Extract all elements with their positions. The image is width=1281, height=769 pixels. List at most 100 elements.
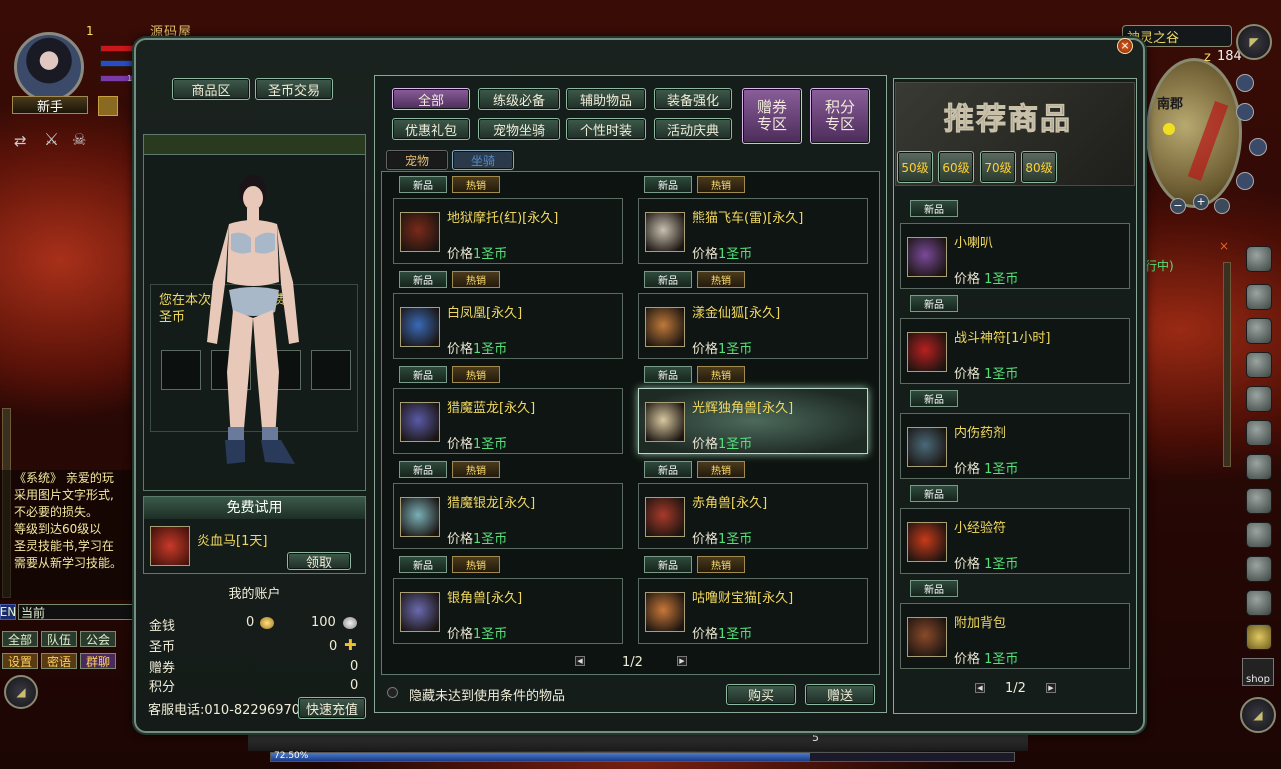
minimap-zoom-in-icon[interactable]: + (1193, 194, 1209, 210)
pet-paw-icon[interactable] (1246, 488, 1272, 514)
item-card[interactable]: 咕噜财宝猫[永久] 价格1圣币 (638, 578, 868, 644)
price-value: 1圣币 (718, 627, 753, 642)
chat-tab-guild[interactable]: 公会 (80, 631, 116, 647)
subtab-mounts[interactable]: 坐骑 (452, 150, 514, 170)
category-all[interactable]: 全部 (392, 88, 470, 110)
trophy-icon[interactable] (1246, 590, 1272, 616)
quest-close-icon[interactable]: × (1219, 239, 1229, 253)
buff-icon[interactable] (98, 96, 118, 116)
quick-recharge-button[interactable]: 快速充值 (298, 697, 366, 719)
new-tag: 新品 (910, 295, 958, 312)
item-card[interactable]: 银角兽[永久] 价格1圣币 (393, 578, 623, 644)
menu-toggle-icon[interactable]: ◢ (1240, 697, 1276, 733)
item-thumbnail (645, 497, 685, 537)
tab-goods-zone[interactable]: 商品区 (172, 78, 250, 100)
minimap-red-path (1187, 101, 1229, 181)
chat-channel-current[interactable]: 当前 (18, 604, 134, 620)
chat-tab-all[interactable]: 全部 (2, 631, 38, 647)
voucher-zone-button[interactable]: 赠券 专区 (742, 88, 802, 144)
player-portrait[interactable] (14, 32, 84, 102)
recommend-item-card[interactable]: 附加背包 价格 1圣币 (900, 603, 1130, 669)
wings-icon[interactable] (1246, 522, 1272, 548)
gift-button[interactable]: 赠送 (805, 684, 875, 705)
skull-icon[interactable]: ☠ (72, 130, 96, 152)
level-tab-80[interactable]: 80级 (1021, 151, 1057, 183)
chat-line: 《系统》 亲爱的玩 (14, 471, 114, 485)
chat-tab-group[interactable]: 群聊 (80, 653, 116, 669)
item-name: 猎魔银龙[永久] (447, 496, 536, 511)
next-page-icon[interactable]: ▶ (677, 656, 687, 666)
recommend-item-card[interactable]: 小喇叭 价格 1圣币 (900, 223, 1130, 289)
item-name: 赤角兽[永久] (692, 496, 768, 511)
minimap-button-icon[interactable] (1236, 103, 1254, 121)
recommend-item-name: 小喇叭 (954, 236, 994, 251)
item-card[interactable]: 猎魔银龙[永久] 价格1圣币 (393, 483, 623, 549)
new-tag: 新品 (644, 271, 692, 288)
prev-page-icon[interactable]: ◀ (575, 656, 585, 666)
quest-scroll-icon[interactable] (1246, 352, 1272, 378)
item-card[interactable]: 漾金仙狐[永久] 价格1圣币 (638, 293, 868, 359)
points-zone-button[interactable]: 积分 专区 (810, 88, 870, 144)
minimap-button-icon[interactable] (1249, 138, 1267, 156)
chat-tab-whisper[interactable]: 密语 (41, 653, 77, 669)
subtab-pets[interactable]: 宠物 (386, 150, 448, 170)
team-icon[interactable] (1246, 386, 1272, 412)
pvp-swords-icon[interactable]: ⚔ (44, 130, 68, 152)
item-card[interactable]: 光辉独角兽[永久] 价格1圣币 (638, 388, 868, 454)
link-icon[interactable]: ⇄ (14, 132, 38, 152)
claim-button[interactable]: 领取 (287, 552, 351, 571)
recommend-item-card[interactable]: 内伤药剂 价格 1圣币 (900, 413, 1130, 479)
minimap-zoom-out-icon[interactable]: − (1170, 198, 1186, 214)
new-tag: 新品 (644, 176, 692, 193)
level-tab-60[interactable]: 60级 (938, 151, 974, 183)
recommend-item-price: 价格 1圣币 (954, 648, 1018, 667)
chat-tab-settings[interactable]: 设置 (2, 653, 38, 669)
category-pets-mounts[interactable]: 宠物坐骑 (478, 118, 560, 140)
minimap-button-icon[interactable] (1236, 74, 1254, 92)
side-scrollbar[interactable] (1223, 262, 1231, 467)
category-packs[interactable]: 优惠礼包 (392, 118, 470, 140)
buy-button[interactable]: 购买 (726, 684, 796, 705)
shop-close-icon[interactable]: × (1117, 38, 1133, 54)
category-fashion[interactable]: 个性时装 (566, 118, 646, 140)
category-events[interactable]: 活动庆典 (654, 118, 732, 140)
inventory-bag-icon[interactable] (1246, 284, 1272, 310)
gift-slot[interactable] (311, 350, 351, 390)
item-card[interactable]: 猎魔蓝龙[永久] 价格1圣币 (393, 388, 623, 454)
shop-icon[interactable]: shop (1242, 658, 1274, 686)
item-card[interactable]: 赤角兽[永久] 价格1圣币 (638, 483, 868, 549)
level-tab-70[interactable]: 70级 (980, 151, 1016, 183)
minimap-button-icon[interactable] (1236, 172, 1254, 190)
item-price: 价格1圣币 (692, 528, 752, 547)
hide-option-checkbox[interactable] (387, 687, 398, 698)
category-enhance[interactable]: 装备强化 (654, 88, 732, 110)
recommend-prev-page-icon[interactable]: ◀ (975, 683, 985, 693)
category-leveling[interactable]: 练级必备 (478, 88, 560, 110)
guild-shield-icon[interactable] (1246, 420, 1272, 446)
chat-language-toggle[interactable]: EN (0, 604, 16, 620)
holy-coin-icon: ✚ (344, 636, 357, 654)
item-card[interactable]: 地狱摩托(红)[永久] 价格1圣币 (393, 198, 623, 264)
trial-item-thumb[interactable] (150, 526, 190, 566)
minimap-settings-icon[interactable] (1214, 198, 1230, 214)
character-helmet-icon[interactable] (1246, 246, 1272, 272)
friends-icon[interactable] (1246, 454, 1272, 480)
compass-icon[interactable]: ◢ (4, 675, 38, 709)
character-model[interactable] (195, 172, 315, 472)
chat-tab-team[interactable]: 队伍 (41, 631, 77, 647)
skills-icon[interactable] (1246, 318, 1272, 344)
recommend-item-card[interactable]: 战斗神符[1小时] 价格 1圣币 (900, 318, 1130, 384)
recommend-next-page-icon[interactable]: ▶ (1046, 683, 1056, 693)
settings-gear-icon[interactable] (1246, 624, 1272, 650)
item-card[interactable]: 熊猫飞车(雷)[永久] 价格1圣币 (638, 198, 868, 264)
rank-icon[interactable] (1246, 556, 1272, 582)
minimap[interactable]: 南郡 (1146, 58, 1242, 208)
category-auxiliary[interactable]: 辅助物品 (566, 88, 646, 110)
new-tag: 新品 (399, 366, 447, 383)
world-map-icon[interactable]: ◤ (1236, 24, 1272, 60)
tab-coin-trade[interactable]: 圣币交易 (255, 78, 333, 100)
voucher-value: 0 (350, 659, 359, 674)
item-card[interactable]: 白凤凰[永久] 价格1圣币 (393, 293, 623, 359)
level-tab-50[interactable]: 50级 (897, 151, 933, 183)
recommend-item-card[interactable]: 小经验符 价格 1圣币 (900, 508, 1130, 574)
